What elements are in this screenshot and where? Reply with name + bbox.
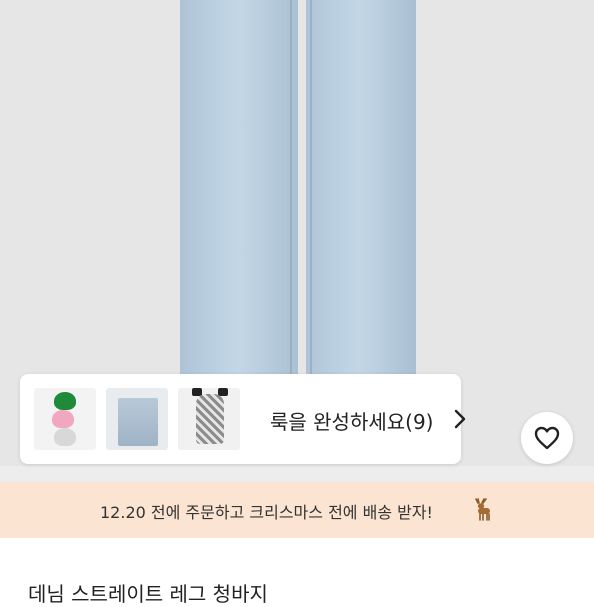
deer-icon [475, 498, 490, 521]
shipping-banner: 12.20 전에 주문하고 크리스마스 전에 배송 받자! [0, 482, 594, 538]
heart-icon [534, 426, 560, 450]
complete-the-look-card[interactable]: 룩을 완성하세요(9) [20, 374, 466, 464]
look-thumbnail-hair-clips[interactable] [34, 388, 96, 450]
chevron-right-icon[interactable] [449, 408, 471, 430]
jeans-right-leg [304, 0, 416, 400]
jeans-left-leg [180, 0, 300, 400]
look-thumbnail-swimsuit[interactable] [178, 388, 240, 450]
wishlist-button[interactable] [521, 412, 573, 464]
shipping-banner-text: 12.20 전에 주문하고 크리스마스 전에 배송 받자! [100, 503, 433, 522]
product-title: 데님 스트레이트 레그 청바지 [28, 582, 268, 606]
look-thumbnail-jeans[interactable] [106, 388, 168, 450]
complete-the-look-label[interactable]: 룩을 완성하세요(9) [270, 406, 434, 435]
